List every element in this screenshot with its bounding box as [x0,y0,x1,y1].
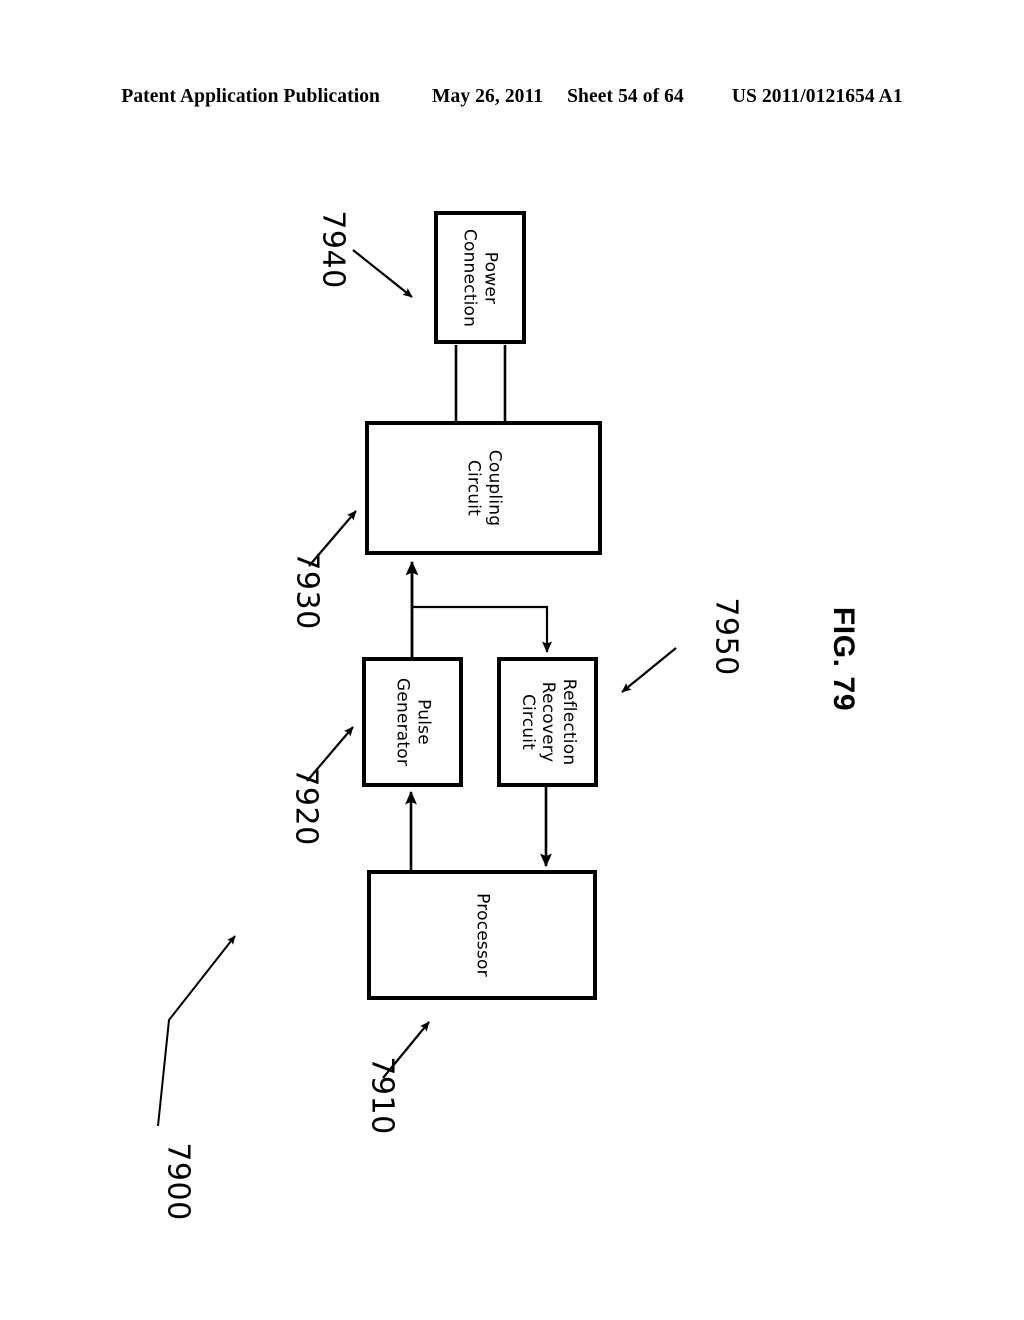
figure-caption: FIG. 79 [827,606,861,712]
reference-numeral-7920: 7920 [288,767,324,846]
reference-numeral-7950: 7950 [708,597,744,676]
node-power-connection[interactable]: Power Connection [434,211,526,344]
node-reflection-recovery-circuit-label: Reflection Recovery Circuit [517,678,579,766]
leader-7940 [352,249,413,298]
reference-numeral-7930: 7930 [289,551,325,630]
node-processor-label: Processor [472,893,493,977]
leader-7900 [157,935,236,1127]
reference-numeral-7900: 7900 [160,1142,196,1221]
node-power-connection-label: Power Connection [460,228,501,327]
node-pulse-generator[interactable]: Pulse Generator [362,657,463,787]
leader-7950 [621,647,677,693]
node-processor[interactable]: Processor [367,870,597,1000]
wire-power-to-coupling [454,345,507,421]
node-coupling-circuit[interactable]: Coupling Circuit [365,421,602,555]
block-diagram: Power Connection Coupling Circuit Pulse … [0,0,1024,1320]
reference-numeral-7940: 7940 [315,210,351,289]
wire-branch-to-reflection [412,605,553,653]
node-pulse-generator-label: Pulse Generator [392,677,434,767]
node-reflection-recovery-circuit[interactable]: Reflection Recovery Circuit [497,657,598,787]
node-coupling-circuit-label: Coupling Circuit [463,449,505,527]
reference-numeral-7910: 7910 [364,1056,400,1135]
